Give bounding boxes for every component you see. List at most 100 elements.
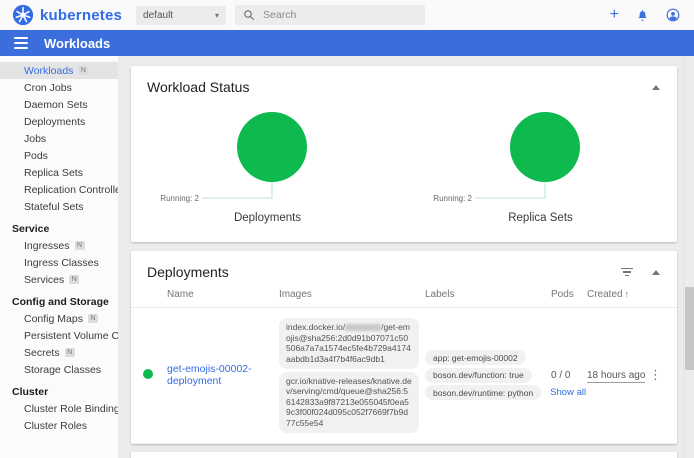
namespace-selector[interactable]: default ▾ bbox=[136, 6, 226, 25]
deployments-card: Deployments NameImagesLabelsPodsCreated↑… bbox=[131, 251, 677, 444]
kebab-menu-icon[interactable]: ⋮ bbox=[649, 368, 662, 381]
account-icon bbox=[666, 8, 680, 22]
create-button[interactable]: + bbox=[610, 7, 619, 23]
scrollbar-thumb[interactable] bbox=[685, 287, 694, 370]
pie-chart: Running: 2 bbox=[421, 99, 661, 211]
scrollbar[interactable] bbox=[683, 56, 694, 458]
image-chip: index.docker.io//get-emojis@sha256:2d0d9… bbox=[279, 318, 419, 369]
image-chip: gcr.io/knative-releases/knative.dev/serv… bbox=[279, 372, 419, 433]
pie-annotation: Running: 2 bbox=[160, 194, 199, 203]
column-header-images[interactable]: Images bbox=[279, 289, 425, 300]
sidebar-item-ingresses[interactable]: Ingresses N bbox=[0, 237, 118, 254]
body: WorkloadsN Cron Jobs Daemon Sets Deployment… bbox=[0, 56, 694, 458]
workload-chart-replica-sets: Running: 2Replica Sets bbox=[404, 99, 677, 224]
namespaced-badge: N bbox=[65, 348, 75, 357]
sidebar-item-cluster-roles[interactable]: Cluster Roles bbox=[0, 417, 118, 434]
search-box[interactable] bbox=[235, 5, 425, 25]
pie-slice-running bbox=[510, 112, 580, 182]
sidebar-item-stateful-sets[interactable]: Stateful Sets bbox=[0, 198, 118, 215]
menu-cell: ⋮ bbox=[649, 368, 665, 382]
callout-line bbox=[475, 182, 545, 198]
column-header-name[interactable]: Name bbox=[167, 289, 279, 300]
column-header-created[interactable]: Created↑ bbox=[587, 289, 649, 300]
chart-title: Deployments bbox=[234, 212, 301, 224]
sidebar-section-cluster: Cluster bbox=[0, 383, 118, 400]
table-body: get-emojis-00002-deployment index.docker.… bbox=[131, 308, 677, 444]
sidebar-item-replication-controllers[interactable]: Replication Controllers bbox=[0, 181, 118, 198]
bell-icon bbox=[636, 9, 649, 22]
deployment-link[interactable]: get-emojis-00002-deployment bbox=[167, 363, 252, 387]
sidebar-item-config-maps[interactable]: Config MapsN bbox=[0, 310, 118, 327]
collapse-icon[interactable] bbox=[651, 268, 661, 276]
filter-icon[interactable] bbox=[621, 268, 633, 277]
chevron-down-icon: ▾ bbox=[215, 11, 219, 20]
sidebar-section-service: Service bbox=[0, 220, 118, 237]
table-header: NameImagesLabelsPodsCreated↑ bbox=[131, 282, 677, 308]
pie-slice-running bbox=[237, 112, 307, 182]
name-cell: get-emojis-00002-deployment bbox=[167, 363, 279, 387]
sidebar-item-label: Daemon Sets bbox=[24, 99, 88, 111]
sidebar-item-workloads[interactable]: WorkloadsN bbox=[0, 62, 118, 79]
kubernetes-dashboard: kubernetes default ▾ + bbox=[0, 0, 694, 458]
sidebar-item-label: Cluster Roles bbox=[24, 420, 87, 432]
sidebar-item-ingress-classes[interactable]: Ingress Classes bbox=[0, 254, 118, 271]
workload-status-title: Workload Status bbox=[147, 79, 249, 95]
redacted-text bbox=[345, 324, 381, 331]
show-all-link[interactable]: Show all bbox=[550, 387, 586, 398]
menu-icon[interactable] bbox=[14, 37, 28, 49]
brand[interactable]: kubernetes bbox=[12, 4, 122, 26]
topbar-actions: + bbox=[610, 7, 684, 23]
sidebar-item-replica-sets[interactable]: Replica Sets bbox=[0, 164, 118, 181]
plus-icon: + bbox=[610, 7, 619, 23]
status-running-icon bbox=[143, 369, 153, 379]
sidebar-item-storage-classes[interactable]: Storage Classes bbox=[0, 361, 118, 378]
sidebar-item-cron-jobs[interactable]: Cron Jobs bbox=[0, 79, 118, 96]
callout-line bbox=[202, 182, 272, 198]
sidebar-item-deployments[interactable]: Deployments bbox=[0, 113, 118, 130]
pie-chart: Running: 2 bbox=[148, 99, 388, 211]
kubernetes-logo-icon bbox=[12, 4, 34, 26]
column-header-pods[interactable]: Pods bbox=[551, 289, 587, 300]
sidebar-item-label: Pods bbox=[24, 150, 48, 162]
sidebar-item-label: Ingresses bbox=[24, 240, 70, 252]
sidebar-item-label: Services bbox=[24, 274, 64, 286]
sidebar-item-services[interactable]: Services N bbox=[0, 271, 118, 288]
namespace-value: default bbox=[143, 10, 173, 21]
label-chip: boson.dev/runtime: python bbox=[425, 385, 541, 400]
created-cell: 18 hours ago bbox=[587, 370, 649, 381]
sidebar-item-pods[interactable]: Pods bbox=[0, 147, 118, 164]
deployments-actions bbox=[621, 268, 661, 277]
collapse-icon[interactable] bbox=[651, 83, 661, 91]
workload-status-card: Workload Status Running: 2DeploymentsRun… bbox=[131, 66, 677, 242]
brand-name: kubernetes bbox=[40, 7, 122, 24]
sidebar-item-daemon-sets[interactable]: Daemon Sets bbox=[0, 96, 118, 113]
namespaced-badge: N bbox=[75, 241, 85, 250]
sidebar-item-label: Persistent Volume Claims bbox=[24, 330, 118, 342]
status-cell bbox=[143, 369, 167, 382]
namespaced-badge: N bbox=[88, 314, 98, 323]
namespaced-badge: N bbox=[78, 66, 88, 75]
sidebar-item-cluster-role-bindings[interactable]: Cluster Role Bindings bbox=[0, 400, 118, 417]
namespaced-badge: N bbox=[69, 275, 79, 284]
sidebar-item-jobs[interactable]: Jobs bbox=[0, 130, 118, 147]
account-button[interactable] bbox=[666, 8, 680, 22]
images-cell: index.docker.io//get-emojis@sha256:2d0d9… bbox=[279, 315, 425, 436]
column-header-labels[interactable]: Labels bbox=[425, 289, 551, 300]
search-icon bbox=[243, 9, 255, 21]
sidebar-item-label: Secrets bbox=[24, 347, 60, 359]
sidebar-item-persistent-volume-claims[interactable]: Persistent Volume ClaimsN bbox=[0, 327, 118, 344]
workload-chart-deployments: Running: 2 Deployments bbox=[131, 99, 404, 224]
label-row: app: get-emojis-00002 bbox=[425, 350, 551, 365]
sidebar-item-label: Replica Sets bbox=[24, 167, 83, 179]
sidebar-item-label: Cluster Role Bindings bbox=[24, 403, 118, 415]
sidebar-item-secrets[interactable]: Secrets N bbox=[0, 344, 118, 361]
main-content: Workload Status Running: 2DeploymentsRun… bbox=[118, 56, 694, 458]
deployments-title: Deployments bbox=[147, 264, 229, 280]
notifications-button[interactable] bbox=[636, 9, 649, 22]
sidebar-item-label: Cron Jobs bbox=[24, 82, 72, 94]
page-title: Workloads bbox=[44, 36, 110, 51]
label-row: boson.dev/function: true bbox=[425, 368, 551, 383]
label-chip: boson.dev/function: true bbox=[425, 368, 532, 383]
search-input[interactable] bbox=[263, 9, 403, 21]
label-chip: app: get-emojis-00002 bbox=[425, 350, 526, 365]
